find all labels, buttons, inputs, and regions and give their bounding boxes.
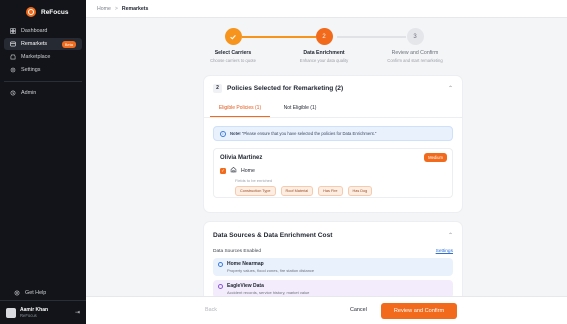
sidebar-divider <box>4 81 82 82</box>
data-sources-enabled-label: Data Sources Enabled <box>213 249 261 254</box>
brand-name: ReFocus <box>41 8 69 16</box>
stepper: Select Carriers Choose carriers to quote… <box>86 28 567 68</box>
brand[interactable]: ReFocus <box>0 0 86 18</box>
source-description: Property values, flood zones, fire stati… <box>227 268 315 273</box>
back-button[interactable]: Back <box>205 307 217 313</box>
field-chip: Roof Material <box>280 186 314 196</box>
beta-badge: Beta <box>61 40 76 48</box>
step-title: Review and Confirm <box>391 50 439 56</box>
note-text: Note! "Please ensure that you have selec… <box>230 131 376 136</box>
note-bold: Note! <box>230 131 241 136</box>
user-info: Aamir Khan ReFocus <box>20 307 48 318</box>
policy-holder-name: Olivia Martinez <box>220 155 263 161</box>
step-number: 3 <box>406 28 424 45</box>
breadcrumb-current: Remarkets <box>121 5 149 12</box>
field-chip: Construction Type <box>235 186 276 196</box>
admin-icon <box>10 90 16 96</box>
data-sources-row: Data Sources Enabled Settings <box>204 249 462 254</box>
data-sources-header[interactable]: Data Sources & Data Enrichment Cost ⌃ <box>204 222 462 248</box>
policies-card: 2 Policies Selected for Remarketing (2) … <box>204 76 462 212</box>
tab-eligible-policies[interactable]: Eligible Policies (1) <box>210 100 270 117</box>
policies-card-header[interactable]: 2 Policies Selected for Remarketing (2) … <box>204 76 462 100</box>
cancel-button[interactable]: Cancel <box>350 307 367 313</box>
source-description: Accident records, service history, marke… <box>227 290 310 295</box>
sidebar-item-dashboard[interactable]: Dashboard <box>4 25 82 37</box>
footer-bar: Back Cancel Review and Confirm <box>86 296 567 324</box>
sidebar-item-label: Admin <box>21 90 37 96</box>
info-icon: i <box>220 130 226 137</box>
sidebar-item-remarkets[interactable]: Remarkets Beta <box>4 38 82 50</box>
step-number: 2 <box>315 28 333 45</box>
user-org: ReFocus <box>20 313 37 318</box>
policy-checkbox[interactable]: ✓ <box>220 167 226 174</box>
note-banner: i Note! "Please ensure that you have sel… <box>213 126 453 141</box>
policy-item: Olivia Martinez Medium ✓ Home Fields to … <box>213 148 453 198</box>
field-chips: Construction Type Roof Material Has Fire… <box>235 186 446 196</box>
field-chip: Has Dog <box>347 186 373 196</box>
policy-type: Home <box>241 167 255 174</box>
help-section: Get Help <box>4 286 82 300</box>
settings-link[interactable]: Settings <box>436 249 453 254</box>
tab-not-eligible[interactable]: Not Eligible (1) <box>270 100 330 117</box>
sidebar-item-label: Remarkets <box>21 41 48 47</box>
data-sources-title: Data Sources & Data Enrichment Cost <box>213 231 333 239</box>
sidebar-item-marketplace[interactable]: Marketplace <box>4 51 82 63</box>
priority-badge: Medium <box>424 153 447 162</box>
policy-tabs: Eligible Policies (1) Not Eligible (1) <box>204 100 462 118</box>
settings-icon <box>10 67 16 73</box>
step-subtitle: Confirm and start remarketing <box>387 58 443 63</box>
policy-row: ✓ Home <box>220 166 446 175</box>
get-help-button[interactable]: Get Help <box>8 287 78 299</box>
sidebar-item-label: Dashboard <box>21 28 48 34</box>
chevron-up-icon[interactable]: ⌃ <box>448 85 453 92</box>
chevron-up-icon[interactable]: ⌃ <box>448 232 453 239</box>
refocus-logo-icon <box>26 7 36 17</box>
fields-label: Fields to be enriched <box>235 178 273 183</box>
source-name: Home Nearmap <box>227 261 264 267</box>
source-icon <box>218 262 223 267</box>
note-body: "Please ensure that you have selected th… <box>240 131 377 136</box>
policies-card-title: Policies Selected for Remarketing (2) <box>227 84 344 92</box>
remarkets-icon <box>10 41 16 47</box>
logout-icon[interactable]: ⇥ <box>75 309 80 316</box>
sidebar-item-label: Settings <box>21 67 41 73</box>
field-chip: Has Fire <box>318 186 343 196</box>
avatar <box>6 307 16 318</box>
sidebar: ReFocus Dashboard Remarkets Beta Marketp… <box>0 0 86 324</box>
check-icon <box>224 28 242 45</box>
marketplace-icon <box>10 54 16 60</box>
sidebar-item-admin[interactable]: Admin <box>4 87 82 99</box>
policy-count-badge: 2 <box>213 83 222 93</box>
sidebar-item-label: Marketplace <box>21 54 51 60</box>
source-home-nearmap[interactable]: Home Nearmap Property values, flood zone… <box>213 258 453 276</box>
review-confirm-button[interactable]: Review and Confirm <box>381 303 457 319</box>
user-profile[interactable]: Aamir Khan ReFocus ⇥ <box>0 300 86 324</box>
breadcrumb: Home > Remarkets <box>86 0 567 18</box>
source-icon <box>218 284 223 289</box>
source-name: EagleView Data <box>227 283 264 289</box>
sidebar-nav: Dashboard Remarkets Beta Marketplace Set… <box>0 25 86 99</box>
breadcrumb-separator: > <box>114 5 118 12</box>
help-icon <box>14 290 20 296</box>
main-content: Home > Remarkets Select Carriers Choose … <box>86 0 567 324</box>
sidebar-item-settings[interactable]: Settings <box>4 64 82 76</box>
get-help-label: Get Help <box>25 290 47 296</box>
breadcrumb-home[interactable]: Home <box>97 6 111 12</box>
step-review-confirm[interactable]: 3 Review and Confirm Confirm and start r… <box>360 28 470 63</box>
home-icon <box>230 166 237 175</box>
dashboard-icon <box>10 28 16 34</box>
